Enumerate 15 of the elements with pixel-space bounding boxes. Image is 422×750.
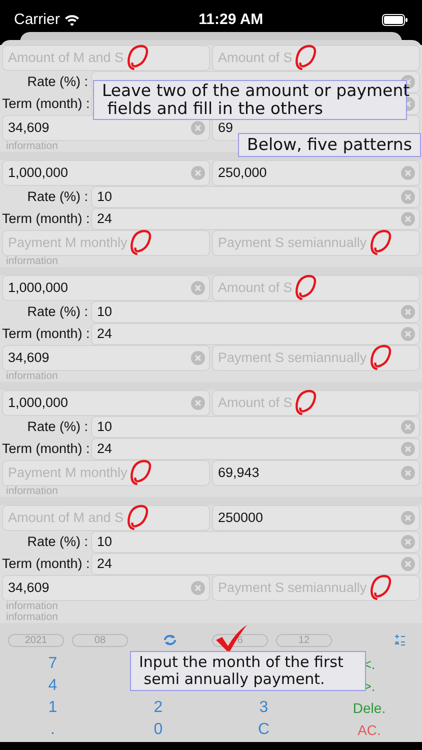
field-label: Rate (%) : [26,418,89,436]
field-label: Term (month) : [2,440,91,458]
field-label: Rate (%) : [26,532,89,551]
field-label: Term (month) : [2,94,91,113]
field-label: Term (month) : [2,554,91,573]
field-label: Term (month) : [2,324,91,343]
field-label: Rate (%) : [26,188,89,206]
field-label: Rate (%) : [26,302,89,321]
field-label: Term (month) : [2,210,91,228]
hint-tooltip: Leave two of the amount or payment fields and fill in the others [93,80,407,120]
hint-tooltip: Input the month of the first semi annually payment. [130,651,366,691]
field-label: Rate (%) : [26,72,89,91]
carrier-label: Carrier [14,10,60,30]
hint-tooltip: Below, five patterns [238,133,421,157]
clock-time: 11:29 AM [198,10,264,30]
